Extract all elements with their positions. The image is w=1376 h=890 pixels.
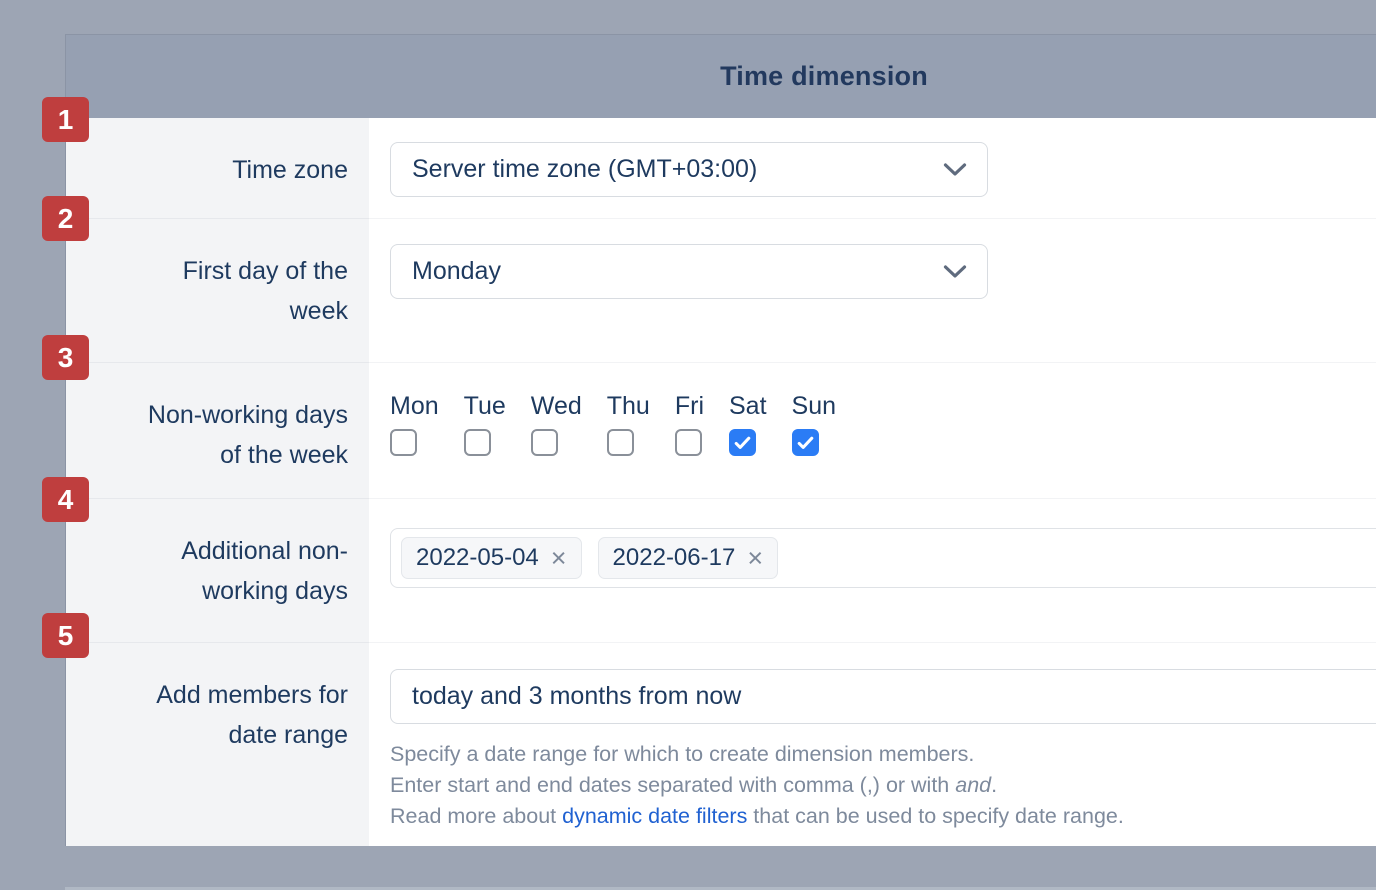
help-line-1: Specify a date range for which to create… <box>390 739 1376 770</box>
check-icon <box>734 436 751 450</box>
remove-tag-icon[interactable]: × <box>551 545 567 572</box>
weekday-label-sat: Sat <box>729 392 767 421</box>
first-day-label: First day of the week <box>66 218 369 362</box>
help-line-2: Enter start and end dates separated with… <box>390 770 1376 801</box>
weekday-thu: Thu <box>607 392 650 456</box>
step-badge-3: 3 <box>42 335 89 380</box>
first-day-select-value: Monday <box>412 257 501 286</box>
date-range-help: Specify a date range for which to create… <box>390 739 1376 832</box>
weekday-label-wed: Wed <box>531 392 582 421</box>
date-tag-text: 2022-06-17 <box>613 544 736 572</box>
row-additional-days: Additional non- working days 2022-05-04 … <box>66 498 1376 642</box>
panel-header: Time dimension <box>66 35 1376 118</box>
step-badge-5: 5 <box>42 613 89 658</box>
weekday-label-fri: Fri <box>675 392 704 421</box>
step-badge-1: 1 <box>42 97 89 142</box>
date-range-input[interactable] <box>390 669 1376 724</box>
date-tag-text: 2022-05-04 <box>416 544 539 572</box>
weekday-mon: Mon <box>390 392 439 456</box>
page-title: Time dimension <box>720 61 928 92</box>
weekday-label-tue: Tue <box>464 392 506 421</box>
weekday-label-thu: Thu <box>607 392 650 421</box>
time-zone-select[interactable]: Server time zone (GMT+03:00) <box>390 142 988 197</box>
weekday-label-mon: Mon <box>390 392 439 421</box>
remove-tag-icon[interactable]: × <box>747 545 763 572</box>
row-first-day: First day of the week Monday <box>66 218 1376 362</box>
checkbox-sun[interactable] <box>792 429 819 456</box>
step-badge-4: 4 <box>42 477 89 522</box>
checkbox-fri[interactable] <box>675 429 702 456</box>
row-date-range: Add members for date range Specify a dat… <box>66 642 1376 846</box>
weekday-sat: Sat <box>729 392 767 456</box>
date-tag: 2022-06-17 × <box>598 537 779 579</box>
date-range-label: Add members for date range <box>66 642 369 846</box>
weekday-tue: Tue <box>464 392 506 456</box>
weekday-label-sun: Sun <box>792 392 836 421</box>
row-time-zone: Time zone Server time zone (GMT+03:00) <box>66 118 1376 218</box>
time-zone-select-value: Server time zone (GMT+03:00) <box>412 155 757 184</box>
weekday-fri: Fri <box>675 392 704 456</box>
checkbox-thu[interactable] <box>607 429 634 456</box>
additional-days-input[interactable]: 2022-05-04 × 2022-06-17 × <box>390 528 1376 588</box>
checkbox-mon[interactable] <box>390 429 417 456</box>
dynamic-date-filters-link[interactable]: dynamic date filters <box>562 804 747 828</box>
first-day-select[interactable]: Monday <box>390 244 988 299</box>
chevron-down-icon <box>943 163 967 177</box>
help-line-3: Read more about dynamic date filters tha… <box>390 801 1376 832</box>
row-non-working-days: Non-working days of the week Mon Tue Wed <box>66 362 1376 498</box>
weekday-checkbox-group: Mon Tue Wed Thu Fri <box>390 392 1376 456</box>
non-working-days-label: Non-working days of the week <box>66 362 369 498</box>
check-icon <box>797 436 814 450</box>
weekday-sun: Sun <box>792 392 836 456</box>
time-zone-label: Time zone <box>66 118 369 218</box>
checkbox-tue[interactable] <box>464 429 491 456</box>
date-tag: 2022-05-04 × <box>401 537 582 579</box>
time-dimension-panel: Time dimension Time zone Server time zon… <box>65 34 1376 846</box>
chevron-down-icon <box>943 265 967 279</box>
checkbox-wed[interactable] <box>531 429 558 456</box>
checkbox-sat[interactable] <box>729 429 756 456</box>
step-badge-2: 2 <box>42 196 89 241</box>
weekday-wed: Wed <box>531 392 582 456</box>
additional-days-label: Additional non- working days <box>66 498 369 642</box>
